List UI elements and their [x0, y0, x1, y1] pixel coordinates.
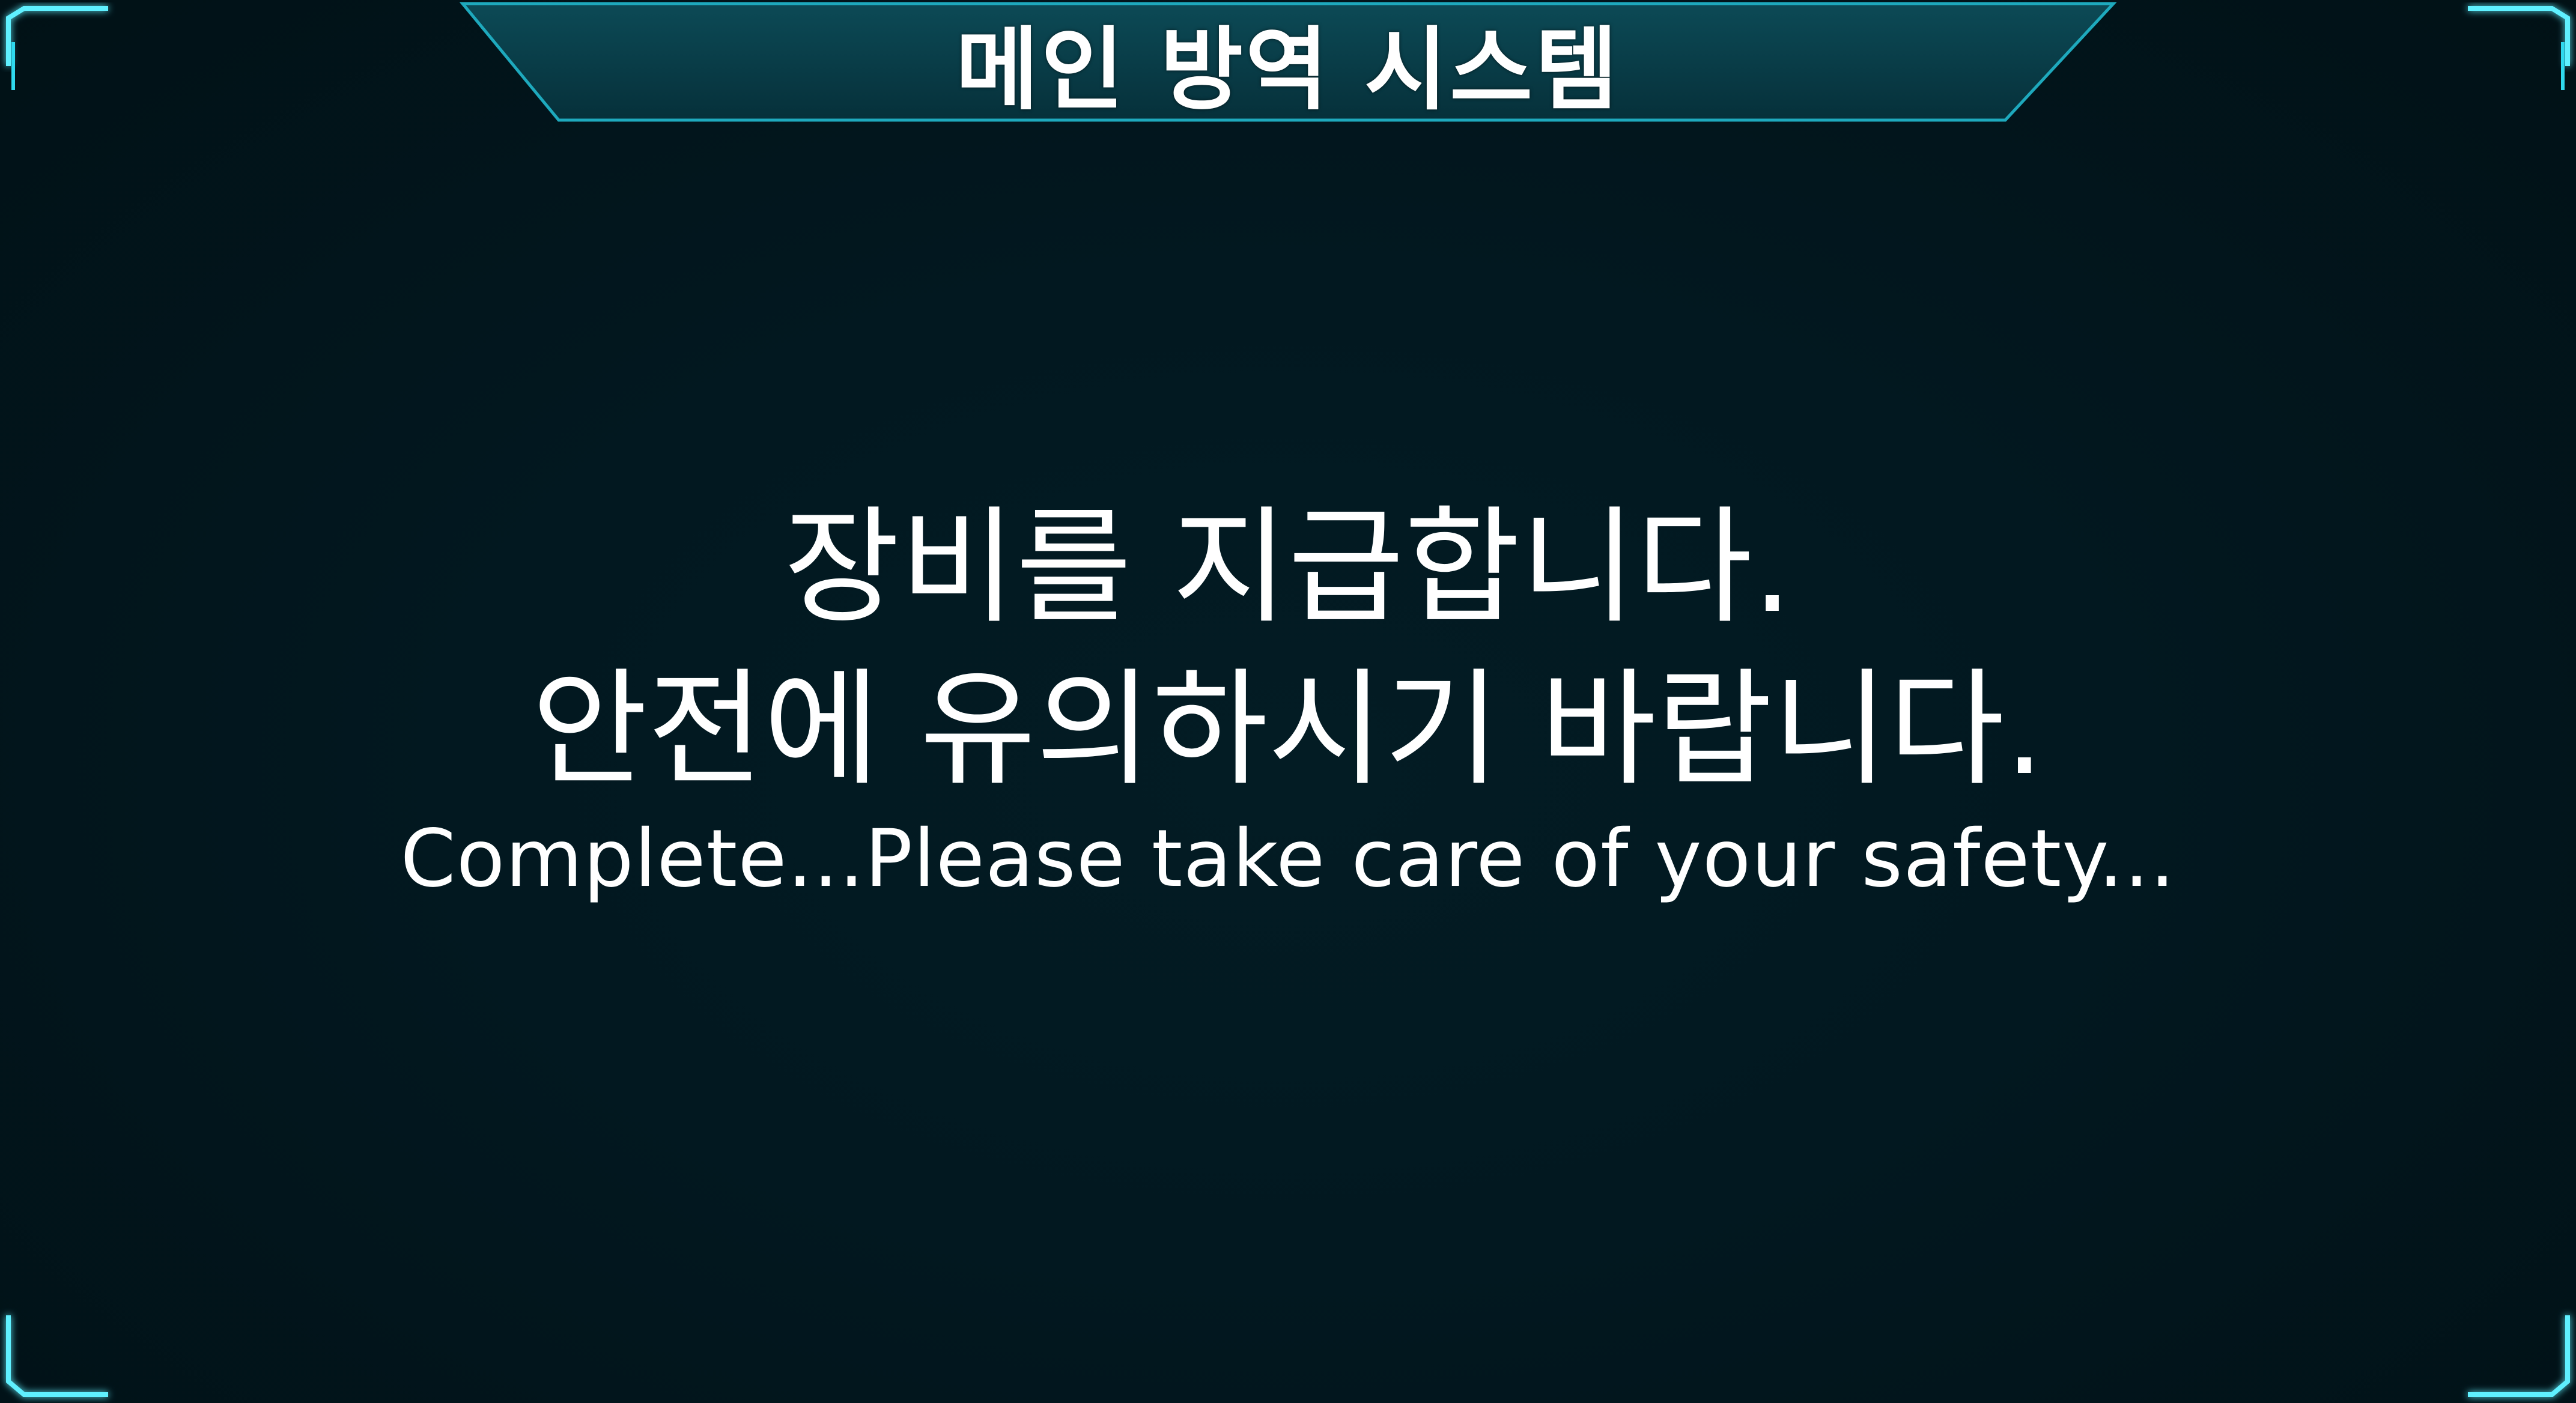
system-title: 메인 방역 시스템 — [955, 18, 1621, 123]
frame-corner-bottom-right — [2468, 1315, 2570, 1397]
english-status-message: Complete...Please take care of your safe… — [400, 813, 2176, 905]
equipment-issued-message: 장비를 지급합니다. — [783, 494, 1793, 641]
frame-corner-bottom-left — [6, 1315, 108, 1397]
safety-warning-message: 안전에 유의하시기 바랍니다. — [531, 656, 2045, 803]
defense-system-screen: 메인 방역 시스템 장비를 지급합니다. 안전에 유의하시기 바랍니다. Com… — [0, 0, 2576, 1403]
